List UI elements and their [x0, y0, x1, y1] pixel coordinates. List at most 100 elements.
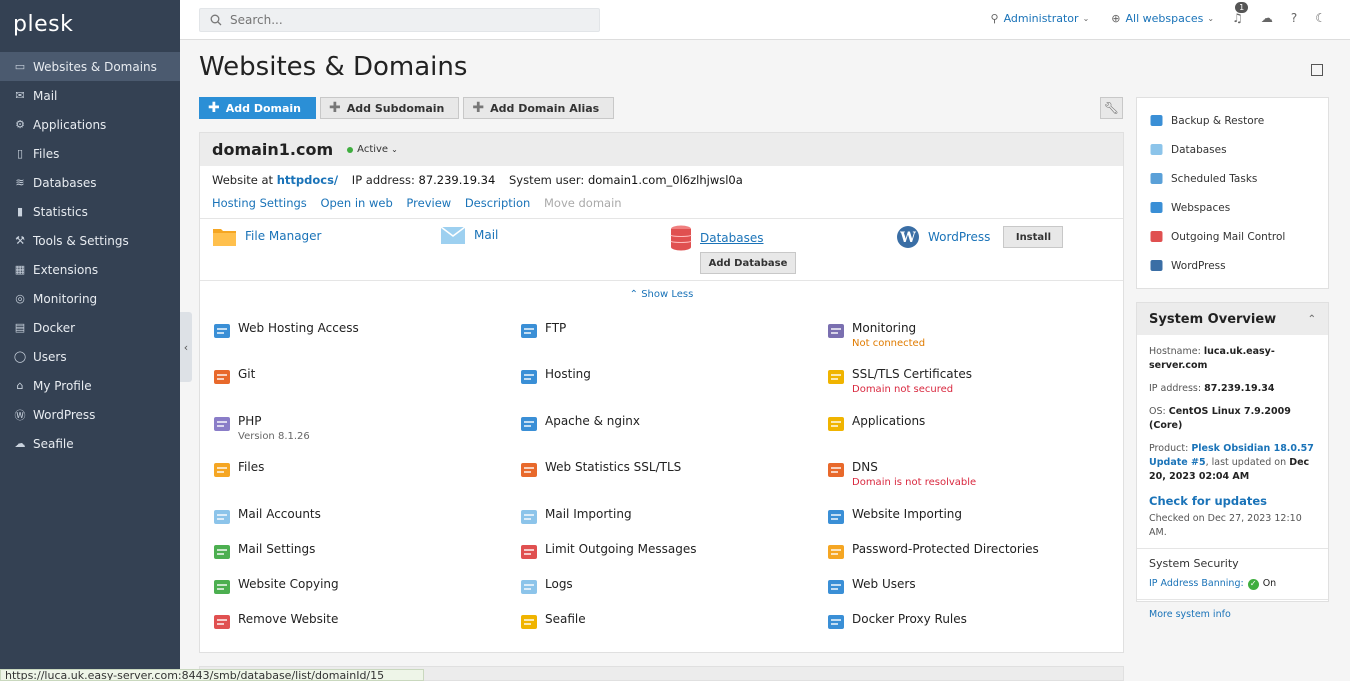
sidebar-item-mail[interactable]: ✉ Mail — [0, 81, 180, 110]
notifications-button[interactable]: ♫ 1 — [1232, 2, 1249, 25]
chevron-up-icon: ⌃ — [1307, 313, 1316, 325]
show-less-toggle[interactable]: ⌃ Show Less — [200, 289, 1123, 300]
tool-website-copying[interactable]: Website Copying — [212, 577, 339, 597]
add-subdomain-button[interactable]: ✚ Add Subdomain — [320, 97, 460, 119]
tool-git[interactable]: Git — [212, 367, 255, 387]
tool-password-protected-directories[interactable]: Password-Protected Directories — [826, 542, 1039, 562]
sidebar-item-statistics[interactable]: ▮ Statistics — [0, 197, 180, 226]
tool-remove-website[interactable]: Remove Website — [212, 612, 338, 632]
add-domain-button[interactable]: ✚ Add Domain — [199, 97, 316, 119]
sidebar-item-wordpress[interactable]: Ⓦ WordPress — [0, 400, 180, 429]
sidebar-item-label: Files — [33, 146, 60, 161]
tool-applications[interactable]: Applications — [826, 414, 925, 434]
tool-files[interactable]: Files — [212, 460, 264, 480]
sidebar-item-label: Extensions — [33, 262, 99, 277]
check-updates-link[interactable]: Check for updates — [1149, 494, 1267, 508]
tool-apache-nginx[interactable]: Apache & nginx — [519, 414, 640, 434]
tool-ssl-tls-certificates[interactable]: SSL/TLS Certificates Domain not secured — [826, 367, 972, 395]
tool-limit-outgoing-messages[interactable]: Limit Outgoing Messages — [519, 542, 697, 562]
cloud-button[interactable]: ☁ — [1261, 11, 1273, 25]
database-icon — [1149, 143, 1163, 157]
help-button[interactable]: ? — [1291, 11, 1297, 25]
user-menu[interactable]: ⚲ Administrator ⌄ — [991, 12, 1090, 25]
sidebar-item-my-profile[interactable]: ⌂ My Profile — [0, 371, 180, 400]
status-dropdown[interactable]: Active ⌄ — [347, 144, 398, 155]
tool-ftp[interactable]: FTP — [519, 321, 566, 341]
sidebar-item-seafile[interactable]: ☁ Seafile — [0, 429, 180, 458]
toggle-right-panel-icon[interactable] — [1311, 64, 1323, 76]
sidebar-item-monitoring[interactable]: ◎ Monitoring — [0, 284, 180, 313]
sidebar-item-websites-domains[interactable]: ▭ Websites & Domains — [0, 52, 180, 81]
quick-link-backup-restore[interactable]: Backup & Restore — [1137, 106, 1328, 135]
search-input[interactable] — [230, 13, 570, 27]
customize-button[interactable]: 🔧︎ — [1100, 97, 1123, 119]
tool-monitoring[interactable]: Monitoring Not connected — [826, 321, 925, 349]
nav-list: ▭ Websites & Domains ✉ Mail ⚙ Applications ▯ Fi… — [0, 52, 180, 458]
description-link[interactable]: Description — [465, 196, 531, 210]
file-manager-link[interactable]: File Manager — [245, 229, 322, 243]
tool-logs[interactable]: Logs — [519, 577, 573, 597]
sidebar-item-databases[interactable]: ≋ Databases — [0, 168, 180, 197]
tool-label: Web Statistics SSL/TLS — [545, 460, 682, 474]
wordpress-link[interactable]: WordPress — [928, 230, 990, 244]
tool-website-importing[interactable]: Website Importing — [826, 507, 962, 527]
quick-link-wordpress[interactable]: WordPress — [1137, 251, 1328, 280]
add-database-button[interactable]: Add Database — [700, 252, 796, 274]
sidebar-item-docker[interactable]: ▤ Docker — [0, 313, 180, 342]
webspaces-menu[interactable]: ⊕ All webspaces ⌄ — [1111, 12, 1214, 25]
theme-button[interactable]: ☾ — [1315, 11, 1326, 25]
tool-mail-settings[interactable]: Mail Settings — [212, 542, 315, 562]
divider — [1137, 599, 1328, 600]
tool-web-users[interactable]: Web Users — [826, 577, 916, 597]
quick-links-list: Backup & Restore Databases Scheduled Tasks… — [1137, 98, 1328, 288]
tool-hosting[interactable]: Hosting — [519, 367, 591, 387]
tool-label: Seafile — [545, 612, 586, 626]
quick-link-databases[interactable]: Databases — [1137, 135, 1328, 164]
plesk-logo[interactable]: plesk — [0, 0, 180, 52]
mail-link[interactable]: Mail — [474, 228, 498, 242]
docroot-link[interactable]: httpdocs/ — [277, 173, 338, 187]
sidebar-item-applications[interactable]: ⚙ Applications — [0, 110, 180, 139]
search-icon — [210, 14, 222, 26]
tool-dns[interactable]: DNS Domain is not resolvable — [826, 460, 976, 488]
sidebar-item-users[interactable]: ◯ Users — [0, 342, 180, 371]
sidebar-item-files[interactable]: ▯ Files — [0, 139, 180, 168]
quick-link-webspaces[interactable]: Webspaces — [1137, 193, 1328, 222]
mail-quick[interactable]: Mail — [440, 225, 498, 245]
add-domain-alias-button[interactable]: ✚ Add Domain Alias — [463, 97, 615, 119]
hosting-settings-link[interactable]: Hosting Settings — [212, 196, 307, 210]
tool-docker-proxy-rules[interactable]: Docker Proxy Rules — [826, 612, 967, 632]
overview-header[interactable]: System Overview ⌃ — [1137, 303, 1328, 335]
moon-icon: ☾ — [1315, 11, 1326, 25]
more-info-link[interactable]: More system info — [1149, 609, 1231, 620]
databases-quick[interactable]: Databases — [670, 225, 764, 251]
databases-link[interactable]: Databases — [700, 231, 764, 245]
folder-icon — [213, 229, 236, 246]
file-manager-quick[interactable]: File Manager — [212, 225, 322, 247]
webspaces-label: All webspaces — [1125, 11, 1204, 25]
seafile-icon: ☁ — [14, 437, 26, 450]
collapse-sidebar-button[interactable]: ‹ — [180, 312, 192, 382]
wordpress-quick[interactable]: W WordPress Install — [896, 225, 1064, 249]
ip-banning-link[interactable]: IP Address Banning: — [1149, 577, 1244, 591]
tool-mail-importing[interactable]: Mail Importing — [519, 507, 632, 527]
layers-icon: ≋ — [15, 176, 25, 189]
sidebar-item-extensions[interactable]: ▦ Extensions — [0, 255, 180, 284]
tool-seafile[interactable]: Seafile — [519, 612, 586, 632]
open-in-web-link[interactable]: Open in web — [320, 196, 392, 210]
sidebar-item-tools-settings[interactable]: ⚒ Tools & Settings — [0, 226, 180, 255]
sysuser-value: domain1.com_0l6zlhjwsl0a — [587, 173, 743, 187]
preview-link[interactable]: Preview — [406, 196, 451, 210]
quick-link-outgoing-mail-control[interactable]: Outgoing Mail Control — [1137, 222, 1328, 251]
install-button[interactable]: Install — [1003, 226, 1064, 248]
tool-mail-accounts[interactable]: Mail Accounts — [212, 507, 321, 527]
website-at-label: Website at — [212, 173, 274, 187]
tool-web-hosting-access[interactable]: Web Hosting Access — [212, 321, 359, 341]
domain-name[interactable]: domain1.com — [212, 140, 333, 159]
search-box[interactable] — [199, 8, 600, 32]
tool-web-statistics-ssl-tls[interactable]: Web Statistics SSL/TLS — [519, 460, 681, 480]
quick-link-scheduled-tasks[interactable]: Scheduled Tasks — [1137, 164, 1328, 193]
backup-icon — [1149, 114, 1163, 128]
move-domain-link: Move domain — [543, 196, 622, 210]
tool-php[interactable]: PHP Version 8.1.26 — [212, 414, 310, 442]
